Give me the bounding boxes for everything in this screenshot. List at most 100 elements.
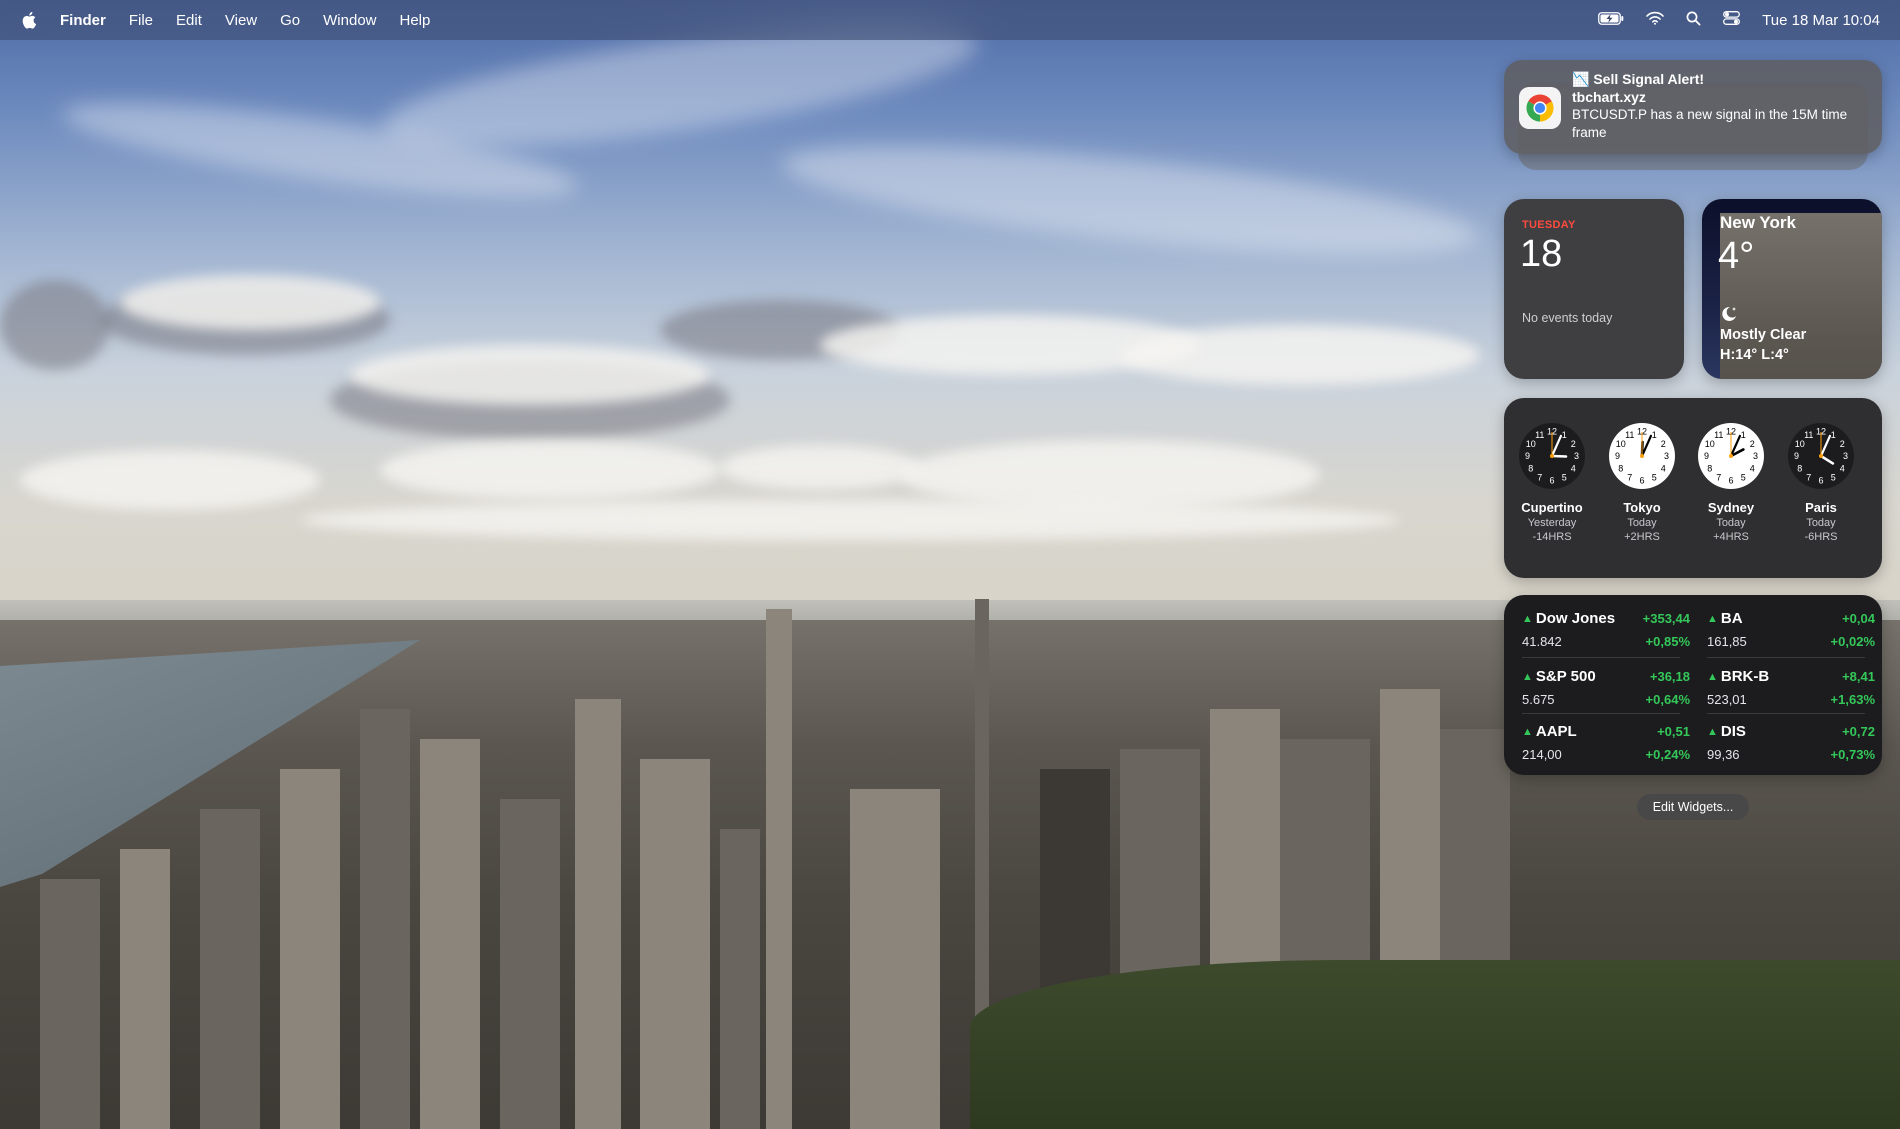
up-arrow-icon: ▲ xyxy=(1522,725,1533,738)
notification-body: BTCUSDT.P has a new signal in the 15M ti… xyxy=(1572,107,1848,140)
weather-high-low: H:14° L:4° xyxy=(1720,347,1789,363)
up-arrow-icon: ▲ xyxy=(1522,670,1533,683)
svg-text:5: 5 xyxy=(1741,472,1746,482)
svg-text:6: 6 xyxy=(1728,476,1733,486)
calendar-events: No events today xyxy=(1522,311,1613,325)
menu-view[interactable]: View xyxy=(225,12,257,29)
menu-app-finder[interactable]: Finder xyxy=(60,12,106,29)
menu-file[interactable]: File xyxy=(129,12,153,29)
menu-bar-clock[interactable]: Tue 18 Mar 10:04 xyxy=(1762,12,1880,29)
svg-text:11: 11 xyxy=(1804,430,1813,440)
svg-text:2: 2 xyxy=(1840,439,1845,449)
row-divider xyxy=(1707,657,1865,658)
svg-text:11: 11 xyxy=(1535,430,1544,440)
svg-text:7: 7 xyxy=(1537,472,1542,482)
svg-text:4: 4 xyxy=(1661,463,1666,473)
stock-row[interactable]: ▲ AAPL +0,51 214,00 +0,24% xyxy=(1522,723,1690,773)
stock-percent: +0,73% xyxy=(1830,747,1875,762)
menu-window[interactable]: Window xyxy=(323,12,376,29)
building xyxy=(120,849,170,1129)
menu-go[interactable]: Go xyxy=(280,12,300,29)
calendar-weekday: TUESDAY xyxy=(1522,219,1576,231)
stock-row[interactable]: ▲ S&P 500 +36,18 5.675 +0,64% xyxy=(1522,668,1690,718)
notification-banner[interactable]: 📉 Sell Signal Alert! tbchart.xyz BTCUSDT… xyxy=(1504,60,1882,154)
menu-edit[interactable]: Edit xyxy=(176,12,202,29)
building xyxy=(766,609,792,1129)
svg-text:4: 4 xyxy=(1750,463,1755,473)
up-arrow-icon: ▲ xyxy=(1707,670,1718,683)
svg-text:11: 11 xyxy=(1714,430,1723,440)
cloud xyxy=(1120,325,1480,385)
world-clock-widget[interactable]: 1 2 3 4 5 6 7 8 9 10 11 12 Cupertino Yesterday -14H… xyxy=(1504,398,1882,578)
building xyxy=(360,709,410,1129)
clock-offset: -6HRS xyxy=(1804,531,1838,543)
svg-text:1: 1 xyxy=(1741,430,1746,440)
svg-text:4: 4 xyxy=(1571,463,1576,473)
calendar-date: 18 xyxy=(1520,233,1563,275)
svg-text:6: 6 xyxy=(1549,476,1554,486)
stock-price: 214,00 xyxy=(1522,747,1562,762)
control-center-icon[interactable] xyxy=(1723,11,1741,29)
stock-price: 523,01 xyxy=(1707,692,1747,707)
svg-text:2: 2 xyxy=(1750,439,1755,449)
stocks-widget[interactable]: ▲ Dow Jones +353,44 41.842 +0,85% ▲ BA +0,04 … xyxy=(1504,595,1882,775)
stock-row[interactable]: ▲ BRK-B +8,41 523,01 +1,63% xyxy=(1707,668,1875,718)
stock-price: 99,36 xyxy=(1707,747,1740,762)
stock-symbol: BA xyxy=(1720,610,1743,627)
notification-stack[interactable]: 📉 Sell Signal Alert! tbchart.xyz BTCUSDT… xyxy=(1504,60,1882,172)
svg-text:11: 11 xyxy=(1625,430,1634,440)
up-arrow-icon: ▲ xyxy=(1707,725,1718,738)
clock-face-icon: 1234567891011 12 xyxy=(1698,423,1764,489)
menu-help[interactable]: Help xyxy=(400,12,431,29)
stock-row[interactable]: ▲ Dow Jones +353,44 41.842 +0,85% xyxy=(1522,610,1690,660)
stock-symbol: Dow Jones xyxy=(1535,610,1616,627)
notification-title: 📉 Sell Signal Alert! xyxy=(1572,71,1705,87)
row-divider xyxy=(1522,713,1680,714)
stock-row[interactable]: ▲ DIS +0,72 99,36 +0,73% xyxy=(1707,723,1875,773)
svg-text:5: 5 xyxy=(1652,472,1657,482)
building xyxy=(280,769,340,1129)
chrome-icon xyxy=(1519,87,1561,129)
stock-change: +8,41 xyxy=(1842,669,1875,684)
building xyxy=(200,809,260,1129)
battery-charging-icon[interactable] xyxy=(1598,11,1624,29)
cloud xyxy=(380,440,720,500)
wifi-icon[interactable] xyxy=(1646,11,1664,29)
svg-text:1: 1 xyxy=(1831,430,1836,440)
world-clock-tokyo: 1 2 3 4 5 6 7 8 9 10 11 12 Tokyo Today +2HRS xyxy=(1600,422,1684,543)
building xyxy=(850,789,940,1129)
apple-menu-icon[interactable] xyxy=(22,11,38,29)
clock-offset: -14HRS xyxy=(1532,531,1572,543)
stock-price: 5.675 xyxy=(1522,692,1555,707)
stock-price: 161,85 xyxy=(1707,634,1747,649)
stock-row[interactable]: ▲ BA +0,04 161,85 +0,02% xyxy=(1707,610,1875,660)
search-icon[interactable] xyxy=(1686,11,1701,30)
svg-text:9: 9 xyxy=(1794,451,1799,461)
menu-bar: Finder File Edit View Go Window Help Tue… xyxy=(0,0,1900,40)
clock-city: Tokyo xyxy=(1623,500,1661,515)
stock-change: +0,51 xyxy=(1657,724,1690,739)
weather-widget[interactable]: New York 4° Mostly Clear H:14° L:4° xyxy=(1702,199,1882,379)
edit-widgets-button[interactable]: Edit Widgets... xyxy=(1637,794,1749,820)
svg-text:9: 9 xyxy=(1704,451,1709,461)
svg-text:7: 7 xyxy=(1716,472,1721,482)
svg-text:6: 6 xyxy=(1818,476,1823,486)
clock-day: Yesterday xyxy=(1527,517,1577,529)
svg-text:8: 8 xyxy=(1707,463,1712,473)
svg-text:9: 9 xyxy=(1525,451,1530,461)
clock-face-icon: 1234567891011 12 xyxy=(1609,423,1675,489)
building xyxy=(420,739,480,1129)
svg-text:9: 9 xyxy=(1615,451,1620,461)
svg-text:10: 10 xyxy=(1526,439,1536,449)
building xyxy=(640,759,710,1129)
svg-text:1: 1 xyxy=(1562,430,1567,440)
stock-symbol: AAPL xyxy=(1535,723,1577,740)
svg-text:3: 3 xyxy=(1843,451,1848,461)
svg-text:8: 8 xyxy=(1528,463,1533,473)
svg-text:3: 3 xyxy=(1574,451,1579,461)
calendar-widget[interactable]: TUESDAY 18 No events today xyxy=(1504,199,1684,379)
world-clock-sydney: 1 2 3 4 5 6 7 8 9 10 11 12 Sydney Today +4HRS xyxy=(1689,422,1773,543)
moon-icon xyxy=(1720,305,1738,328)
stock-percent: +1,63% xyxy=(1830,692,1875,707)
world-clock-cupertino: 1 2 3 4 5 6 7 8 9 10 11 12 Cupertino Yesterday -14H… xyxy=(1510,422,1594,543)
